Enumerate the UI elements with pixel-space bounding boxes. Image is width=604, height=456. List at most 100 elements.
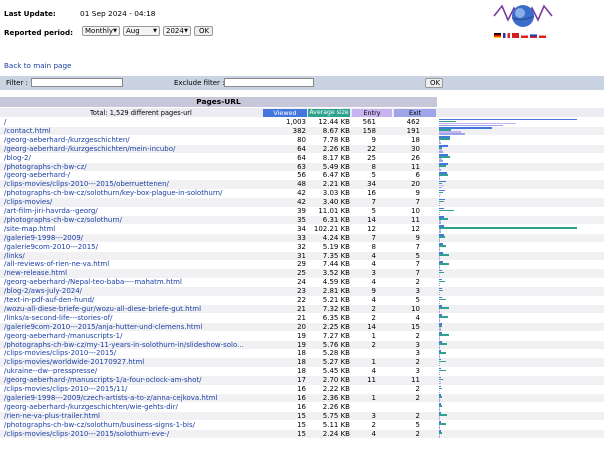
viewed-value: 16 xyxy=(297,385,306,393)
page-url-link[interactable]: /text-in-pdf-auf-den-hund/ xyxy=(4,296,256,305)
page-url-link[interactable]: /galerie9-1998---2009/ xyxy=(4,234,256,243)
entry-value: 2 xyxy=(371,304,376,313)
page-url-link[interactable]: /links/ xyxy=(4,252,256,261)
period-type-select[interactable]: Monthly ▼ xyxy=(82,26,120,36)
table-row: /links/a-second-life---stories-of/21 6.35… xyxy=(0,314,604,323)
page-url-link[interactable]: /clips-movies/clips-2010---2015/ xyxy=(4,349,256,358)
flag-uk-icon[interactable] xyxy=(512,33,519,38)
viewed-value: 31 xyxy=(297,251,306,260)
page-url-link[interactable]: /georg-aeberhard-/kurzgeschichten/wie-ge… xyxy=(4,403,256,412)
page-url-link[interactable]: /art-film-jiri-havrda--georg/ xyxy=(4,207,256,216)
average-size-bar xyxy=(439,369,447,372)
viewed-value: 23 xyxy=(297,287,306,296)
page-url-link[interactable]: /georg-aeberhard-/ xyxy=(4,171,256,180)
average-size-bar xyxy=(439,343,447,345)
exclude-filter-input[interactable] xyxy=(224,78,314,87)
page-url-link[interactable]: /clips-movies/clips-2010---2015/solothur… xyxy=(4,430,256,439)
table-row: /georg-aeberhard-/56 6.47 KB 5 6 xyxy=(0,171,604,180)
average-size-value: 2.26 KB xyxy=(322,402,350,411)
table-row: /georg-aeberhard-/kurzgeschichten/80 7.78… xyxy=(0,136,604,145)
flag-cz-icon[interactable] xyxy=(521,33,528,38)
page-url-link[interactable]: /clips-movies/clips-2010---2015/oberruet… xyxy=(4,180,256,189)
viewed-value: 80 xyxy=(297,135,306,144)
flag-fr-icon[interactable] xyxy=(503,33,510,38)
page-url-link[interactable]: /galerie9com-2010---2015/ xyxy=(4,243,256,252)
table-row: /clips-movies/worldwide-20170927.html 18 5… xyxy=(0,358,604,367)
table-title: Pages-URL xyxy=(0,97,437,107)
page-url-link[interactable]: /clips-movies/clips-2010---2015/11/ xyxy=(4,385,256,394)
exit-value: 7 xyxy=(415,198,420,207)
page-url-link[interactable]: /photographs-ch-bw-cz/ xyxy=(4,163,256,172)
average-size-bar xyxy=(439,414,447,416)
page-url-link[interactable]: /all-reviews-of-rien-ne-va.html xyxy=(4,260,256,269)
flag-ru-icon[interactable] xyxy=(530,33,537,38)
chevron-down-icon: ▼ xyxy=(113,28,117,34)
page-url-link[interactable]: /clips-movies/worldwide-20170927.html xyxy=(4,358,256,367)
average-size-value: 6.31 KB xyxy=(322,215,350,224)
page-url-link[interactable]: /photographs-ch-bw-cz/solothurn/business… xyxy=(4,421,256,430)
entry-value: 4 xyxy=(371,367,376,376)
page-url-link[interactable]: /georg-aeberhard-/Nepal-teo-baba----maha… xyxy=(4,278,256,287)
filter-input[interactable] xyxy=(31,78,123,87)
page-url-link[interactable]: /georg-aeberhard-/kurzgeschichten/mein-i… xyxy=(4,145,256,154)
page-url-link[interactable]: /georg-aeberhard-/manuscripts-1/a-four-o… xyxy=(4,376,256,385)
period-ok-button[interactable]: OK xyxy=(194,26,213,36)
average-size-bar xyxy=(439,254,449,256)
chevron-down-icon: ▼ xyxy=(153,28,157,34)
average-size-value: 7.27 KB xyxy=(322,331,350,340)
col-exit: Exit xyxy=(394,109,436,117)
viewed-value: 48 xyxy=(297,180,306,189)
average-size-value: 5.21 KB xyxy=(322,296,350,304)
col-entry: Entry xyxy=(352,109,392,117)
page-url-link[interactable]: /blog-2/aws-july-2024/ xyxy=(4,287,256,296)
table-row: /blog-2/64 8.17 KB 25 26 xyxy=(0,154,604,163)
flag-pl-icon[interactable] xyxy=(539,33,546,38)
exit-value: 10 xyxy=(411,207,420,215)
exit-value: 26 xyxy=(411,153,420,162)
table-row: /all-reviews-of-rien-ne-va.html 29 7.44 KB… xyxy=(0,260,604,269)
page-url-link[interactable]: /photographs-ch-bw-cz/solothurn/key-box-… xyxy=(4,189,256,198)
entry-value: 2 xyxy=(371,420,376,429)
page-url-link[interactable]: /contact.html xyxy=(4,127,256,136)
page-url-link[interactable]: /site-map.html xyxy=(4,225,256,234)
table-row: /text-in-pdf-auf-den-hund/22 5.21 KB 4 5 xyxy=(0,296,604,305)
flag-de-icon[interactable] xyxy=(494,33,501,38)
page-url-link[interactable]: /rien-ne-va-plus-trailer.html xyxy=(4,412,256,421)
entry-value: 3 xyxy=(371,411,376,420)
page-url-link[interactable]: /ukraine--dw--presspresse/ xyxy=(4,367,256,376)
page-url-link[interactable]: /georg-aeberhard-/manuscripts-1/ xyxy=(4,332,256,341)
average-size-bar xyxy=(439,138,450,140)
page-url-link[interactable]: /blog-2/ xyxy=(4,154,256,163)
exit-value: 4 xyxy=(415,313,420,322)
page-url-link[interactable]: /new-release.html xyxy=(4,269,256,278)
page-url-link[interactable]: /photographs-ch-bw-cz/my-11-years-in-sol… xyxy=(4,341,256,350)
viewed-value: 25 xyxy=(297,269,306,278)
table-row: /clips-movies/clips-2010---2015/oberruet… xyxy=(0,180,604,189)
viewed-value: 42 xyxy=(297,189,306,198)
exit-value: 9 xyxy=(415,189,420,198)
page-url-link[interactable]: /wozu-all-diese-briefe-gur/wozu-all-dies… xyxy=(4,305,256,314)
viewed-value: 15 xyxy=(297,411,306,420)
average-size-value: 2.22 KB xyxy=(322,385,350,393)
filter-ok-button[interactable]: OK xyxy=(425,78,443,88)
page-url-link[interactable]: /photographs-ch-bw-cz/solothurn/ xyxy=(4,216,256,225)
table-row: /georg-aeberhard-/kurzgeschichten/mein-i… xyxy=(0,144,604,154)
month-select[interactable]: Aug ▼ xyxy=(123,26,160,36)
page-url-link[interactable]: /links/a-second-life---stories-of/ xyxy=(4,314,256,323)
page-url-link[interactable]: /georg-aeberhard-/kurzgeschichten/ xyxy=(4,136,256,145)
entry-value: 7 xyxy=(371,198,376,207)
period-type-value: Monthly xyxy=(85,27,114,35)
page-url-link[interactable]: / xyxy=(4,118,256,127)
back-to-main-link[interactable]: Back to main page xyxy=(4,61,71,70)
page-url-link[interactable]: /galerie9com-2010---2015/anja-hutter-und… xyxy=(4,323,256,332)
average-size-value: 3.40 KB xyxy=(322,198,350,207)
viewed-value: 18 xyxy=(297,349,306,358)
page-url-link[interactable]: /clips-movies/ xyxy=(4,198,256,207)
average-size-value: 7.78 KB xyxy=(322,135,350,144)
year-select[interactable]: 2024 ▼ xyxy=(163,26,191,36)
average-size-bar xyxy=(439,351,447,354)
page-url-link[interactable]: /galerie9-1998---2009/czech-artists-a-to… xyxy=(4,394,256,403)
table-row: /georg-aeberhard-/manuscripts-1/19 7.27 K… xyxy=(0,332,604,341)
average-size-bar xyxy=(439,360,447,363)
average-size-value: 8.17 KB xyxy=(322,153,350,162)
